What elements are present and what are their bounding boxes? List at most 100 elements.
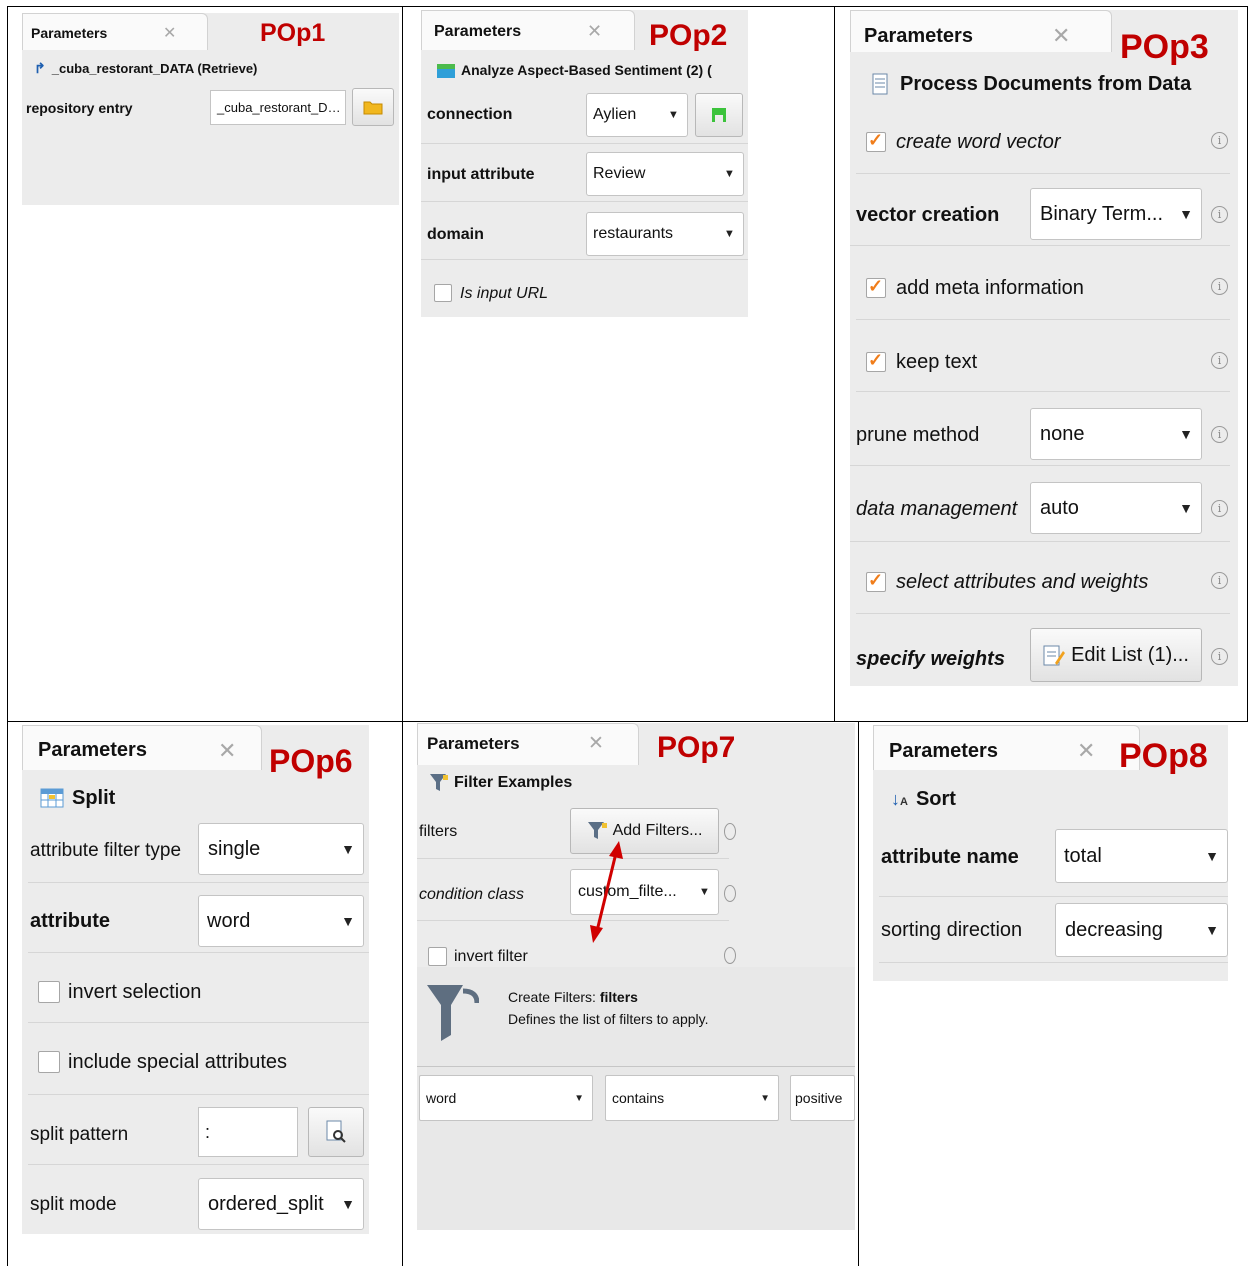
chevron-down-icon: ▼ [723,228,735,240]
parameters-tab[interactable]: Parameters ✕ [22,13,208,50]
label-is-input-url: Is input URL [460,285,549,302]
grid-line [7,721,1248,722]
close-icon[interactable]: ✕ [218,738,236,764]
chevron-down-icon: ▼ [760,1092,770,1104]
attribute-name-select[interactable]: total ▼ [1055,829,1228,883]
label-create-word-vector: create word vector [896,131,1061,153]
keep-text-checkbox[interactable] [866,350,886,372]
prune-method-select[interactable]: none ▼ [1030,408,1202,460]
funnel-icon [427,985,479,1041]
include-special-checkbox[interactable] [38,1051,60,1073]
info-icon[interactable]: i [1211,572,1228,589]
input-attribute-select[interactable]: Review ▼ [586,152,744,196]
label-keep-text: keep text [896,351,978,373]
parameters-tab[interactable]: Parameters ✕ [417,723,639,765]
label-domain: domain [427,226,484,243]
regex-edit-button[interactable] [308,1107,364,1157]
pop6-panel: Parameters ✕ POp6 Split attribute filter… [22,725,369,1234]
sorting-direction-select[interactable]: decreasing ▼ [1055,903,1228,957]
info-icon[interactable]: i [1211,206,1228,223]
close-icon[interactable]: ✕ [588,732,604,755]
close-icon[interactable]: ✕ [163,23,176,43]
label-input-attribute: input attribute [427,166,535,183]
info-icon[interactable]: i [1211,500,1228,517]
info-icon[interactable]: i [1211,278,1228,295]
chevron-down-icon: ▼ [341,913,355,929]
row-input-attribute: input attribute Review ▼ [421,144,748,202]
create-filters-dialog: Create Filters: filters Defines the list… [417,967,855,1230]
parameters-tab[interactable]: Parameters ✕ [850,10,1112,52]
chevron-down-icon: ▼ [698,886,710,898]
grid-line [7,6,1248,7]
info-icon[interactable]: i [1211,648,1228,665]
info-icon[interactable]: i [1211,426,1228,443]
label-repository-entry: repository entry [26,100,133,116]
operator-name: Filter Examples [454,774,573,791]
browse-repository-button[interactable] [352,88,394,126]
parameters-tab[interactable]: Parameters ✕ [22,725,262,770]
attribute-filter-type-value: single [208,837,261,860]
tab-label: Parameters [864,25,973,47]
split-pattern-input[interactable]: : [198,1107,298,1157]
tab-label: Parameters [427,734,520,753]
row-condition-class: condition class custom_filte... ▼ [417,859,736,921]
info-icon[interactable]: i [1211,132,1228,149]
attribute-name-value: total [1064,844,1102,867]
label-filters: filters [419,823,458,840]
parameters-tab[interactable]: Parameters ✕ [873,725,1140,770]
chevron-down-icon: ▼ [723,168,735,180]
edit-list-button[interactable]: Edit List (1)... [1030,628,1202,682]
input-attribute-value: Review [593,165,646,182]
edit-list-icon [1043,645,1066,666]
is-input-url-checkbox[interactable] [434,284,452,302]
operator-header: ↱ _cuba_restorant_DATA (Retrieve) [22,57,399,79]
data-management-select[interactable]: auto ▼ [1030,482,1202,534]
dialog-title-name: filters [599,989,638,1005]
filter-value-input[interactable]: positive [790,1075,855,1121]
vector-creation-value: Binary Term... [1040,202,1163,225]
connection-select[interactable]: Aylien ▼ [586,93,688,137]
invert-filter-checkbox[interactable] [428,947,447,966]
chevron-down-icon: ▼ [1179,426,1193,442]
label-include-special: include special attributes [68,1051,288,1073]
split-table-icon [40,788,64,808]
filter-attribute-value: word [426,1090,457,1106]
close-icon[interactable]: ✕ [587,21,602,42]
panel-tag: POp8 [1119,737,1208,775]
chevron-down-icon: ▼ [574,1092,584,1104]
split-mode-select[interactable]: ordered_split ▼ [198,1178,364,1230]
vector-creation-select[interactable]: Binary Term... ▼ [1030,188,1202,240]
label-specify-weights: specify weights [856,648,1005,670]
select-attributes-checkbox[interactable] [866,570,886,592]
chevron-down-icon: ▼ [1205,848,1219,864]
row-sorting-direction: sorting direction decreasing ▼ [879,897,1228,963]
domain-select[interactable]: restaurants ▼ [586,212,744,256]
invert-selection-checkbox[interactable] [38,981,60,1003]
filter-attribute-select[interactable]: word ▼ [419,1075,593,1121]
info-icon[interactable]: i [1211,352,1228,369]
row-prune-method: prune method none ▼ i [850,392,1230,466]
edit-connection-button[interactable] [695,93,743,137]
pop3-panel: Parameters ✕ POp3 Process Documents from… [850,10,1238,686]
create-word-vector-checkbox[interactable] [866,130,886,152]
row-filters: filters Add Filters... [417,797,736,859]
row-connection: connection Aylien ▼ [421,84,748,144]
parameters-tab[interactable]: Parameters ✕ [421,10,635,50]
grid-line [834,6,835,721]
repository-entry-input[interactable]: _cuba_restorant_D… [210,90,346,125]
close-icon[interactable]: ✕ [1052,23,1070,49]
add-meta-information-checkbox[interactable] [866,276,886,298]
filter-icon [430,774,448,791]
operator-header: Split [22,785,369,811]
filter-operator-select[interactable]: contains ▼ [605,1075,779,1121]
chevron-down-icon: ▼ [1179,206,1193,222]
attribute-select[interactable]: word ▼ [198,895,364,947]
tab-label: Parameters [31,25,108,41]
attribute-filter-type-select[interactable]: single ▼ [198,823,364,875]
split-mode-value: ordered_split [208,1192,324,1215]
label-attribute-name: attribute name [881,846,1019,868]
chevron-down-icon: ▼ [341,841,355,857]
data-management-value: auto [1040,496,1079,519]
row-split-mode: split mode ordered_split ▼ [28,1165,369,1234]
close-icon[interactable]: ✕ [1077,738,1095,764]
